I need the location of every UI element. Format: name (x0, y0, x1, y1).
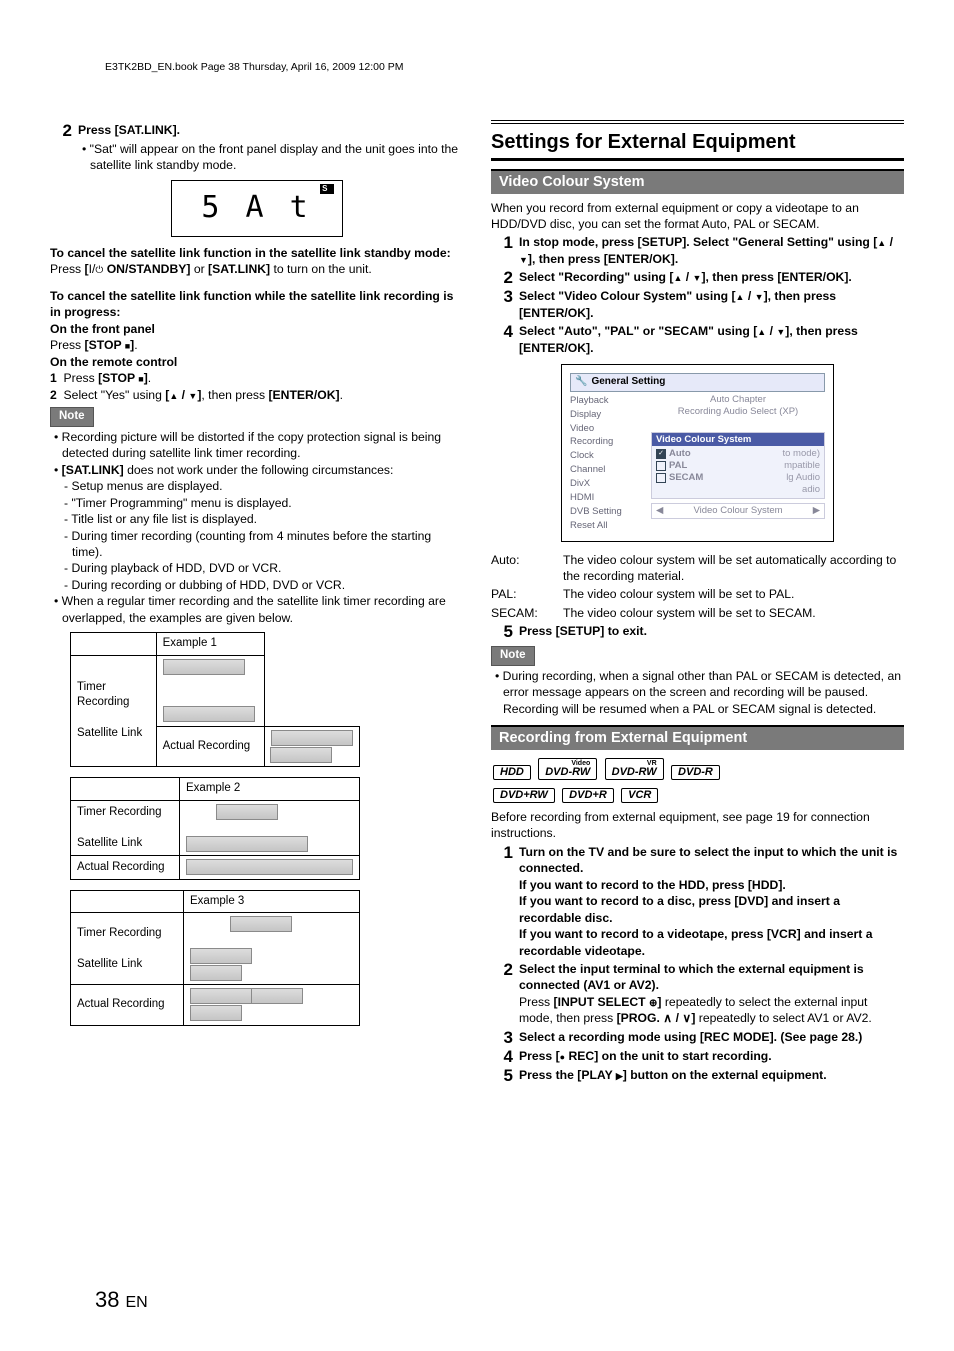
table-row-label: Timer RecordingSatellite Link (71, 655, 157, 766)
subsection-bar: Video Colour System (491, 169, 904, 194)
example-table-2: Example 2 Timer RecordingSatellite Link … (70, 777, 360, 880)
intro-text: When you record from external equipment … (491, 200, 904, 233)
note-tag: Note (491, 646, 535, 666)
step-text: Select "Recording" using [ / ], then pre… (519, 269, 852, 285)
step-number: 5 (491, 1067, 513, 1084)
remote-step1: 1 Press [STOP ]. (50, 370, 463, 386)
example-table-3: Example 3 Timer RecordingSatellite Link … (70, 890, 360, 1026)
table-row-label: Timer RecordingSatellite Link (71, 913, 184, 985)
note-dash: - During recording or dubbing of HDD, DV… (50, 577, 463, 593)
media-badge: DVD+R (562, 788, 614, 803)
osd-sidebar: PlaybackDisplayVideo RecordingClockChann… (570, 394, 645, 533)
step-number: 2 (491, 269, 513, 286)
example-title: Example 3 (184, 890, 360, 913)
note-dash: - Title list or any file list is display… (50, 511, 463, 527)
note-item: • When a regular timer recording and the… (50, 593, 463, 626)
media-badges: DVD+RW DVD+R VCR (491, 786, 904, 805)
note-item: • [SAT.LINK] does not work under the fol… (50, 462, 463, 478)
example-table-1: Example 1 Timer RecordingSatellite Link … (70, 632, 360, 767)
cancel-standby-head: To cancel the satellite link function in… (50, 245, 463, 261)
osd-title: 🔧 General Setting (570, 373, 825, 392)
rule (491, 120, 904, 124)
def-val: The video colour system will be set to S… (563, 605, 816, 621)
example-title: Example 1 (156, 633, 264, 656)
step-text: Press [SAT.LINK]. (78, 122, 180, 138)
step-number: 3 (491, 288, 513, 305)
note-dash: - During playback of HDD, DVD or VCR. (50, 560, 463, 576)
step-number: 2 (50, 122, 72, 139)
media-badge: VideoDVD-RW (538, 758, 597, 780)
running-header: E3TK2BD_EN.book Page 38 Thursday, April … (105, 60, 403, 74)
note-item: • Recording picture will be distorted if… (50, 429, 463, 462)
step-text: Turn on the TV and be sure to select the… (519, 844, 904, 959)
table-row-label: Actual Recording (71, 985, 184, 1025)
step-number: 1 (491, 234, 513, 251)
page-number: 38EN (95, 1289, 148, 1311)
step-text: Select "Video Colour System" using [ / ]… (519, 288, 904, 321)
table-row-label: Actual Recording (156, 726, 264, 766)
step-number: 2 (491, 961, 513, 978)
step-number: 4 (491, 1048, 513, 1065)
step-number: 4 (491, 323, 513, 340)
remote-step2: 2 Select "Yes" using [ / ], then press [… (50, 387, 463, 403)
step-bullet: • "Sat" will appear on the front panel d… (78, 141, 463, 174)
media-badge: DVD+RW (493, 788, 555, 803)
step-text: Press [SETUP] to exit. (519, 623, 647, 639)
step-number: 3 (491, 1029, 513, 1046)
cancel-standby-body: Press [I/ ON/STANDBY] or [SAT.LINK] to t… (50, 261, 463, 278)
front-panel-head: On the front panel (50, 321, 463, 337)
osd-screenshot: 🔧 General Setting PlaybackDisplayVideo R… (561, 364, 834, 541)
front-panel-body: Press [STOP ]. (50, 337, 463, 353)
media-badge: VCR (621, 788, 658, 803)
media-badges: HDD VideoDVD-RW VRDVD-RW DVD-R (491, 756, 904, 782)
media-badge: DVD-R (671, 765, 720, 780)
step-text: Press [ REC] on the unit to start record… (519, 1048, 772, 1064)
cancel-inprog-head: To cancel the satellite link function wh… (50, 288, 463, 321)
note-dash: - During timer recording (counting from … (50, 528, 463, 561)
section-title: Settings for External Equipment (491, 130, 904, 161)
step-text: Select a recording mode using [REC MODE]… (519, 1029, 862, 1045)
note-dash: - Setup menus are displayed. (50, 478, 463, 494)
step-number: 1 (491, 844, 513, 861)
left-column: 2 Press [SAT.LINK]. • "Sat" will appear … (50, 120, 463, 1086)
step-number: 5 (491, 623, 513, 640)
osd-panel: Auto Chapter Recording Audio Select (XP)… (651, 394, 825, 533)
right-column: Settings for External Equipment Video Co… (491, 120, 904, 1086)
osd-popup: Video Colour System ✓Auto to mode) PAL m… (651, 432, 825, 499)
step-text: Select "Auto", "PAL" or "SECAM" using [ … (519, 323, 904, 356)
note-tag: Note (50, 407, 94, 427)
step-text: In stop mode, press [SETUP]. Select "Gen… (519, 234, 904, 267)
example-title: Example 2 (180, 778, 360, 801)
step-text: Select the input terminal to which the e… (519, 961, 904, 1027)
def-key: PAL: (491, 586, 563, 602)
lcd-badge: S (320, 184, 333, 194)
note-item: • During recording, when a signal other … (491, 668, 904, 717)
rec-intro: Before recording from external equipment… (491, 809, 904, 842)
page: E3TK2BD_EN.book Page 38 Thursday, April … (0, 0, 954, 1351)
step-text: Press the [PLAY ] button on the external… (519, 1067, 827, 1083)
remote-head: On the remote control (50, 354, 463, 370)
media-badge: HDD (493, 765, 531, 780)
table-row-label: Timer RecordingSatellite Link (71, 800, 180, 856)
def-key: Auto: (491, 552, 563, 585)
subsection-bar: Recording from External Equipment (491, 725, 904, 750)
table-row-label: Actual Recording (71, 856, 180, 880)
def-val: The video colour system will be set auto… (563, 552, 904, 585)
note-dash: - "Timer Programming" menu is displayed. (50, 495, 463, 511)
lcd-display: 5 A t S (171, 180, 343, 237)
def-val: The video colour system will be set to P… (563, 586, 794, 602)
def-key: SECAM: (491, 605, 563, 621)
media-badge: VRDVD-RW (605, 758, 664, 780)
